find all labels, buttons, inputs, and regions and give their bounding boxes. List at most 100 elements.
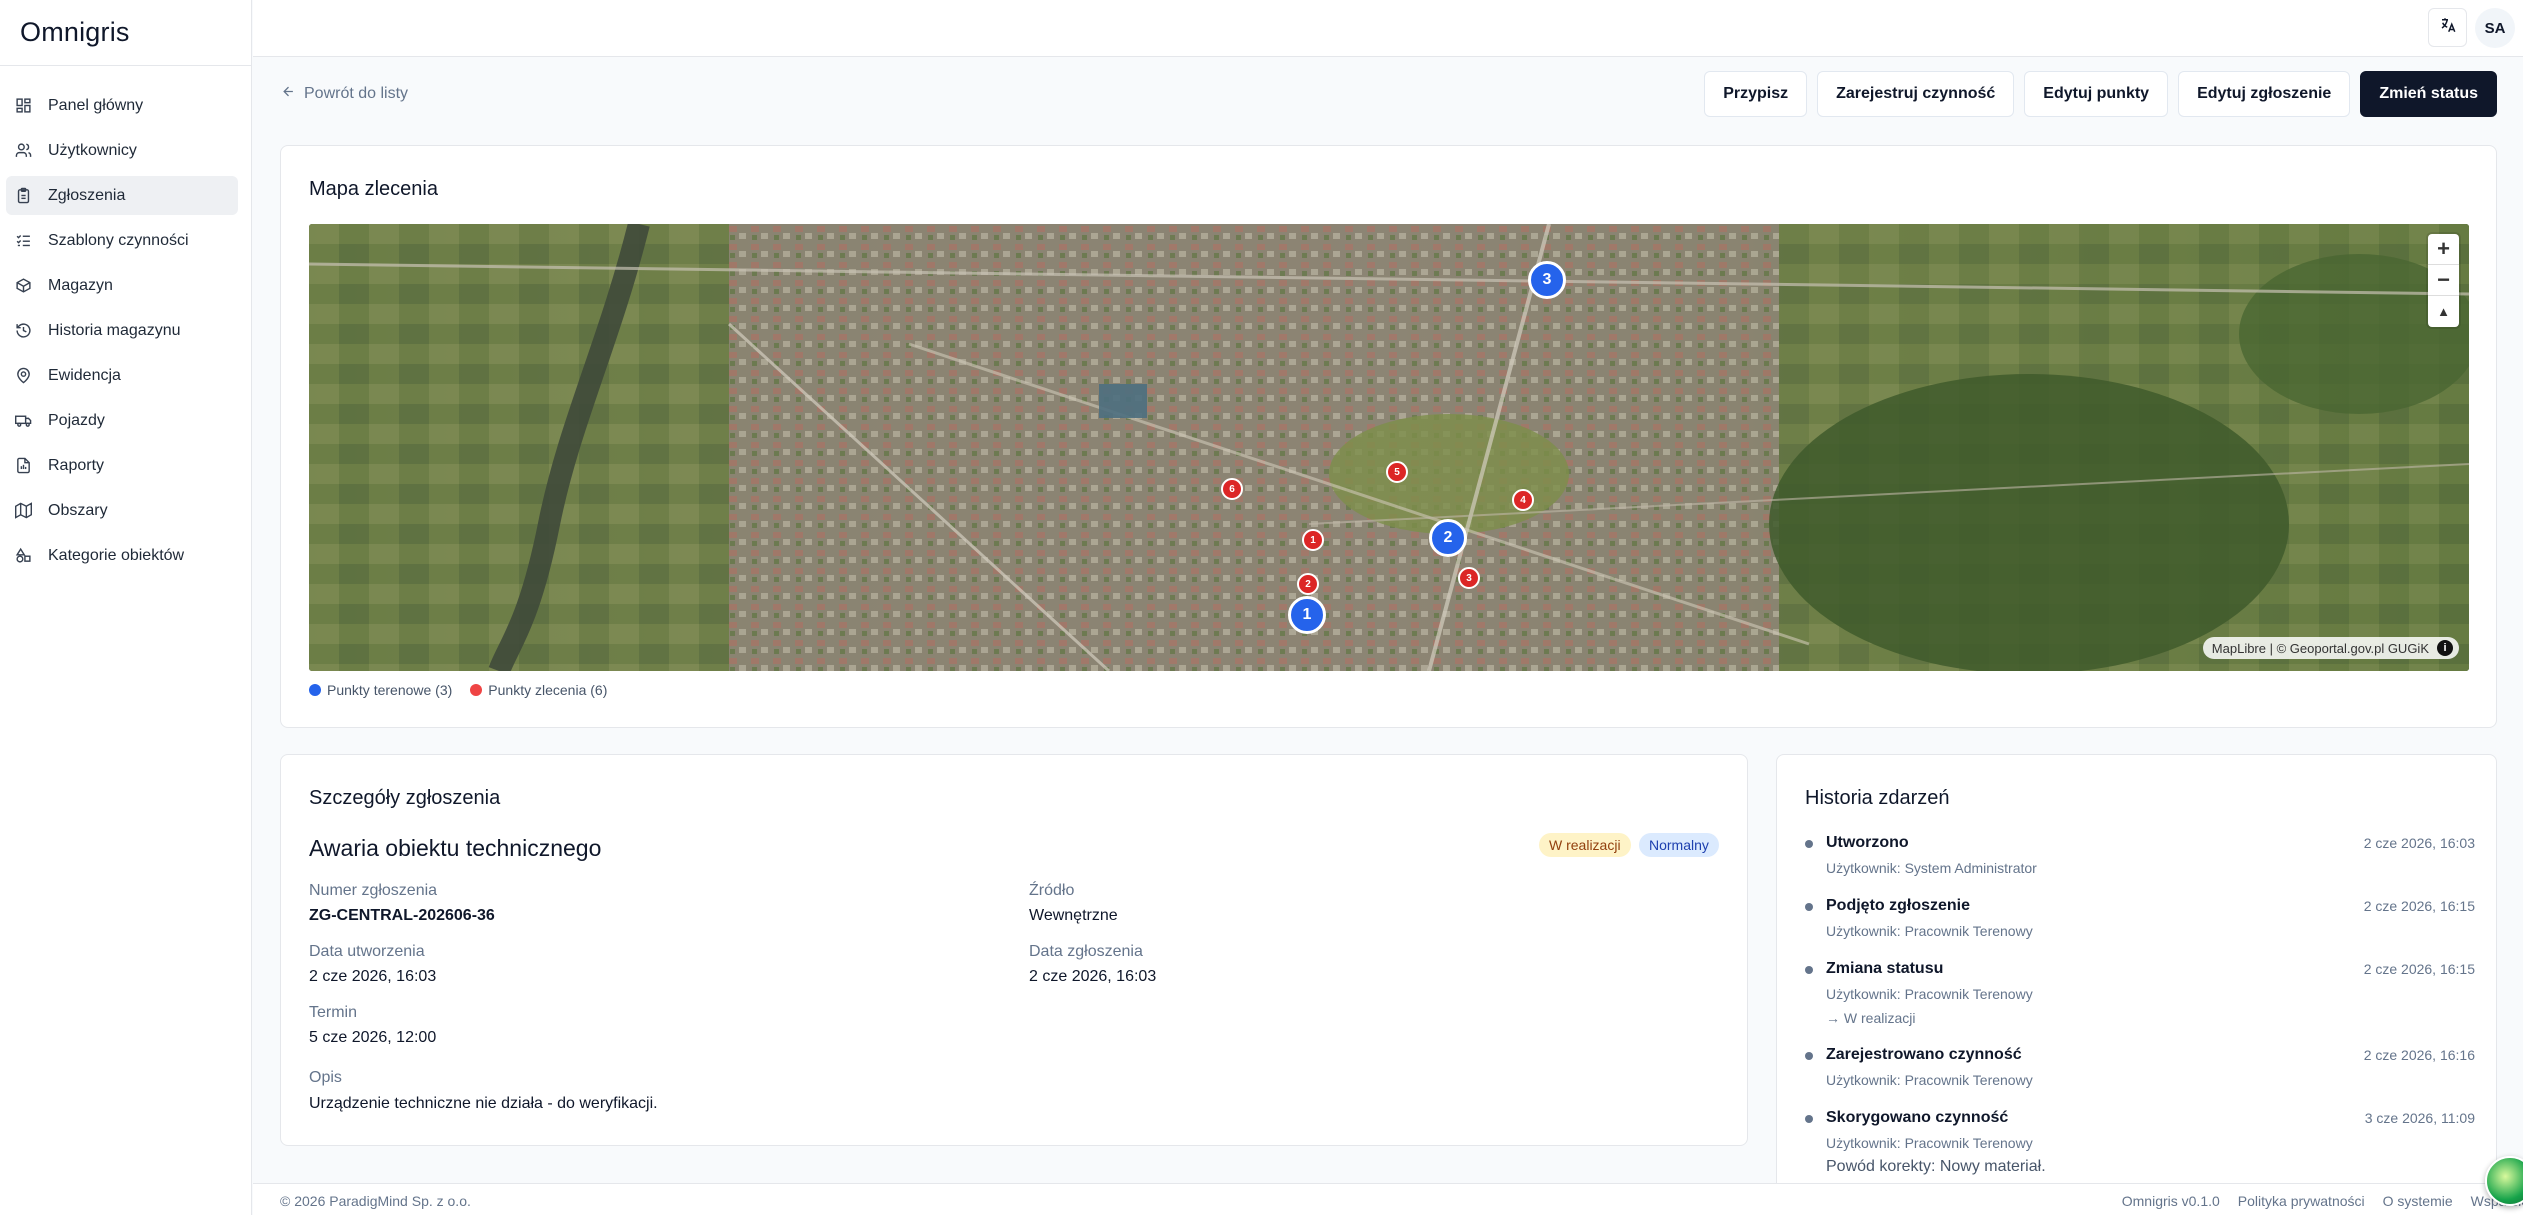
ticket-details-card: Szczegóły zgłoszenia Awaria obiektu tech… — [280, 754, 1748, 1146]
sidebar-item-activity-templates[interactable]: Szablony czynności — [6, 221, 238, 260]
sidebar-item-warehouse-history[interactable]: Historia magazynu — [6, 311, 238, 350]
event-correction-note: Powód korekty: Nowy materiał. — [1826, 1158, 2046, 1175]
order-point-marker[interactable]: 1 — [1302, 529, 1324, 551]
info-icon[interactable]: i — [2437, 640, 2453, 656]
shapes-icon — [14, 547, 32, 565]
users-icon — [14, 142, 32, 160]
event-title: Utworzono — [1826, 834, 1909, 851]
sidebar-item-label: Magazyn — [48, 276, 113, 294]
assign-button[interactable]: Przypisz — [1704, 71, 1808, 117]
created-date-value: 2 cze 2026, 16:03 — [309, 968, 437, 985]
version-label: Omnigris v0.1.0 — [2121, 1193, 2220, 1209]
history-title: Historia zdarzeń — [1805, 787, 1950, 809]
attribution-text: MapLibre | © Geoportal.gov.pl GUGiK — [2211, 640, 2429, 656]
event-user: Użytkownik: Pracownik Terenowy — [1826, 1135, 2033, 1151]
sidebar-item-label: Ewidencja — [48, 366, 121, 384]
order-point-marker[interactable]: 4 — [1512, 489, 1534, 511]
legend-order-points: Punkty zlecenia (6) — [470, 682, 607, 698]
event-user: Użytkownik: Pracownik Terenowy — [1826, 1072, 2033, 1088]
copyright: © 2026 ParadigMind Sp. z o.o. — [280, 1193, 471, 1209]
package-icon — [14, 277, 32, 295]
truck-icon — [14, 412, 32, 430]
sidebar-item-registry[interactable]: Ewidencja — [6, 356, 238, 395]
sidebar-item-label: Historia magazynu — [48, 321, 181, 339]
sidebar-item-warehouse[interactable]: Magazyn — [6, 266, 238, 305]
field-point-marker[interactable]: 2 — [1429, 519, 1467, 557]
timeline-dot — [1805, 966, 1813, 974]
map-title: Mapa zlecenia — [309, 178, 438, 200]
topbar: SA — [253, 0, 2523, 57]
event-title: Podjęto zgłoszenie — [1826, 897, 1971, 914]
priority-badge: Normalny — [1639, 833, 1719, 857]
sidebar-item-dashboard[interactable]: Panel główny — [6, 86, 238, 125]
footer-links: Omnigris v0.1.0 Polityka prywatności O s… — [2122, 1193, 2523, 1209]
reset-north-button[interactable]: ▲ — [2428, 296, 2459, 327]
language-switch-button[interactable] — [2428, 8, 2467, 47]
history-icon — [14, 322, 32, 340]
map-view[interactable]: 1 2 3 4 5 6 1 2 3 + − ▲ MapLibre | © Geo… — [309, 224, 2469, 671]
event-time: 3 cze 2026, 11:09 — [2364, 1110, 2475, 1126]
ticket-number-label: Numer zgłoszenia — [309, 882, 438, 899]
zoom-in-button[interactable]: + — [2428, 234, 2459, 265]
description-value: Urządzenie techniczne nie działa - do we… — [309, 1095, 658, 1112]
order-point-marker[interactable]: 3 — [1458, 567, 1480, 589]
chart-icon — [14, 457, 32, 475]
sidebar-item-label: Szablony czynności — [48, 231, 189, 249]
legend-field-points: Punkty terenowe (3) — [309, 682, 452, 698]
event-time: 2 cze 2026, 16:15 — [2363, 961, 2475, 977]
sidebar: Omnigris Panel główny Użytkownicy Zgłosz… — [0, 0, 252, 1215]
change-status-button[interactable]: Zmień status — [2360, 71, 2497, 117]
edit-ticket-button[interactable]: Edytuj zgłoszenie — [2178, 71, 2351, 117]
app-logo[interactable]: Omnigris — [20, 17, 130, 48]
field-point-marker[interactable]: 1 — [1288, 596, 1326, 634]
map-zoom-controls: + − ▲ — [2428, 234, 2459, 327]
ticket-number-value: ZG-CENTRAL-202606-36 — [309, 907, 495, 924]
footer: © 2026 ParadigMind Sp. z o.o. Omnigris v… — [253, 1183, 2523, 1215]
order-point-marker[interactable]: 2 — [1297, 573, 1319, 595]
sidebar-item-tickets[interactable]: Zgłoszenia — [6, 176, 238, 215]
compass-icon: ▲ — [2437, 304, 2450, 319]
back-label: Powrót do listy — [304, 85, 409, 102]
order-point-marker[interactable]: 6 — [1221, 478, 1243, 500]
event-user: Użytkownik: System Administrator — [1826, 860, 2037, 876]
legend-label: Punkty zlecenia (6) — [488, 682, 608, 698]
source-label: Źródło — [1029, 882, 1075, 899]
translate-icon — [2439, 16, 2457, 39]
privacy-link[interactable]: Polityka prywatności — [2238, 1193, 2365, 1209]
sidebar-item-vehicles[interactable]: Pojazdy — [6, 401, 238, 440]
event-time: 2 cze 2026, 16:03 — [2363, 835, 2475, 851]
sidebar-item-users[interactable]: Użytkownicy — [6, 131, 238, 170]
event-time: 2 cze 2026, 16:16 — [2363, 1047, 2475, 1063]
logo-area: Omnigris — [0, 0, 251, 66]
sidebar-item-label: Zgłoszenia — [48, 186, 126, 204]
timeline-dot — [1805, 840, 1813, 848]
timeline-dot — [1805, 1115, 1813, 1123]
map-icon — [14, 502, 32, 520]
event-history-card: Historia zdarzeń Utworzono 2 cze 2026, 1… — [1776, 754, 2497, 1194]
created-date-label: Data utworzenia — [309, 943, 425, 960]
field-point-marker[interactable]: 3 — [1528, 261, 1566, 299]
sidebar-item-object-categories[interactable]: Kategorie obiektów — [6, 536, 238, 575]
edit-points-button[interactable]: Edytuj punkty — [2024, 71, 2169, 117]
legend-blue-dot — [309, 684, 321, 696]
user-avatar[interactable]: SA — [2475, 8, 2515, 48]
legend-red-dot — [470, 684, 483, 696]
zoom-out-button[interactable]: − — [2428, 265, 2459, 296]
sidebar-item-areas[interactable]: Obszary — [6, 491, 238, 530]
details-title: Szczegóły zgłoszenia — [309, 787, 501, 809]
back-to-list-link[interactable]: Powrót do listy — [281, 84, 408, 104]
sidebar-item-label: Obszary — [48, 501, 108, 519]
list-check-icon — [14, 232, 32, 250]
order-point-marker[interactable]: 5 — [1386, 461, 1408, 483]
map-pin-icon — [14, 367, 32, 385]
map-attribution: MapLibre | © Geoportal.gov.pl GUGiK i — [2202, 637, 2459, 659]
satellite-map-background — [309, 224, 2469, 671]
sidebar-item-reports[interactable]: Raporty — [6, 446, 238, 485]
deadline-label: Termin — [309, 1004, 358, 1021]
dashboard-icon — [14, 97, 32, 115]
map-card: Mapa zlecenia 1 2 3 4 5 6 1 2 3 + − ▲ Ma… — [280, 145, 2497, 728]
about-link[interactable]: O systemie — [2383, 1193, 2453, 1209]
register-activity-button[interactable]: Zarejestruj czynność — [1817, 71, 2015, 117]
reported-date-label: Data zgłoszenia — [1029, 943, 1143, 960]
sidebar-nav: Panel główny Użytkownicy Zgłoszenia Szab… — [0, 66, 251, 575]
